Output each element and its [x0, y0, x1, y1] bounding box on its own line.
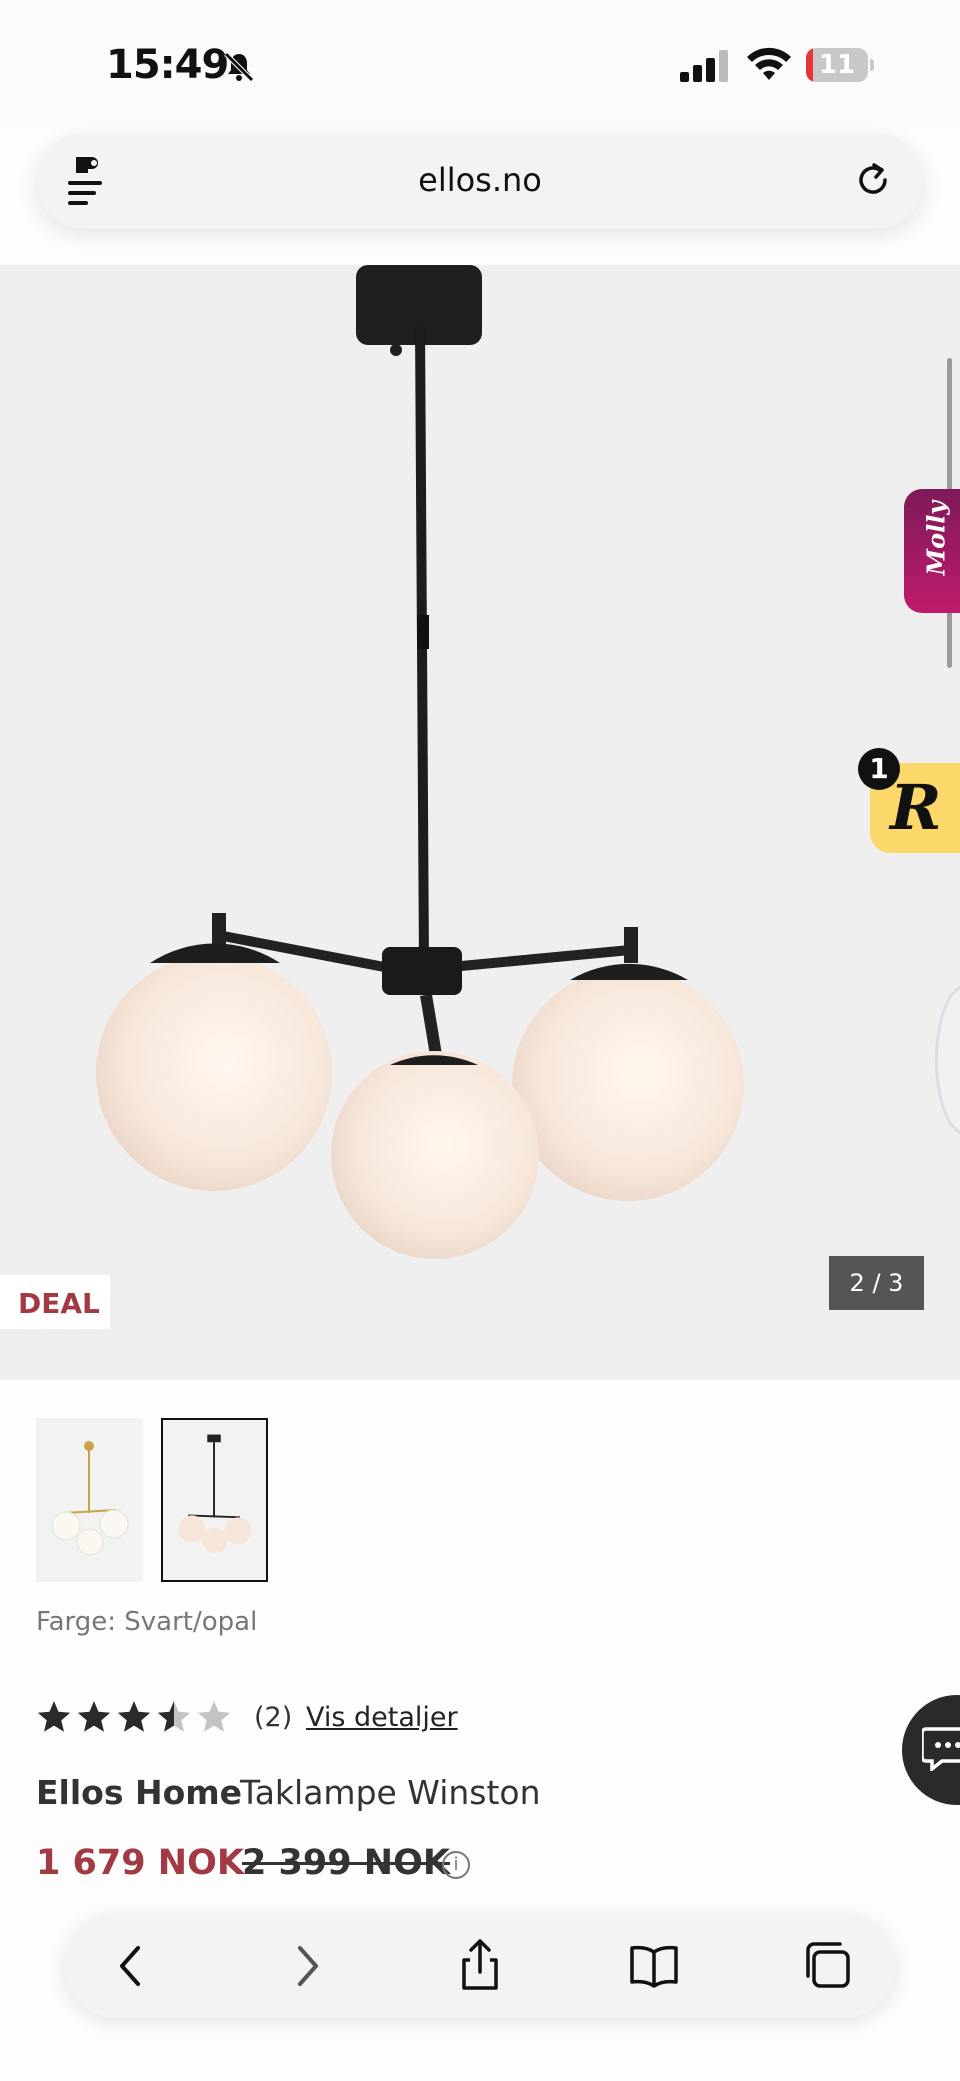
deal-label: DEAL	[18, 1287, 100, 1320]
deal-badge: DEAL	[0, 1275, 110, 1329]
chat-icon	[922, 1727, 960, 1771]
price-info-icon[interactable]: i	[442, 1851, 470, 1879]
color-label: Farge: Svart/opal	[36, 1607, 258, 1637]
rewards-logo: R	[890, 771, 942, 844]
battery-body: 11	[806, 48, 868, 82]
reload-icon[interactable]	[852, 159, 894, 201]
tabs-button[interactable]	[798, 1936, 858, 1996]
url-text[interactable]: ellos.no	[36, 161, 924, 199]
sale-price: 1 679 NOK	[36, 1843, 244, 1883]
rating-star	[77, 1701, 111, 1732]
product-brand[interactable]: Ellos Home	[36, 1773, 242, 1812]
rating-stars[interactable]	[36, 1698, 236, 1738]
page: 15:49 11 ellos.no Molly R 1 DEAL 2 / 3 F…	[0, 0, 960, 2081]
book-icon	[630, 1945, 678, 1988]
tabs-icon	[806, 1942, 850, 1988]
molly-assistant-tab[interactable]: Molly	[904, 489, 960, 613]
thumbnail-2[interactable]	[161, 1418, 268, 1582]
cellular-signal-icon	[680, 50, 728, 82]
wifi-icon	[747, 47, 791, 80]
rating-star	[197, 1701, 231, 1732]
molly-label: Molly	[921, 500, 951, 576]
product-name: Taklampe Winston	[240, 1773, 541, 1812]
battery-nub	[870, 59, 874, 71]
rating-star	[37, 1701, 71, 1732]
rating-star	[117, 1701, 151, 1732]
share-button[interactable]	[450, 1936, 510, 1996]
chevron-left-icon	[120, 1946, 140, 1986]
share-icon	[462, 1939, 498, 1990]
details-link[interactable]: Vis detaljer	[306, 1702, 458, 1733]
product-image	[96, 265, 744, 1259]
thumbnail-image-black	[178, 1434, 252, 1553]
browser-toolbar	[64, 1914, 896, 2018]
chat-button[interactable]	[902, 1695, 960, 1805]
forward-button[interactable]	[276, 1936, 336, 1996]
original-price: 2 399 NOK	[242, 1843, 450, 1883]
thumbnail-image-brass	[51, 1441, 129, 1556]
thumbnail-1[interactable]	[36, 1418, 143, 1582]
status-time: 15:49	[106, 42, 229, 88]
image-counter: 2 / 3	[829, 1256, 924, 1310]
chevron-right-icon	[298, 1946, 318, 1986]
address-bar[interactable]: ellos.no	[36, 133, 924, 229]
status-bar: 15:49 11	[0, 0, 960, 125]
bell-muted-icon	[224, 52, 254, 82]
battery-indicator: 11	[806, 48, 874, 82]
back-button[interactable]	[102, 1936, 162, 1996]
rating-star	[157, 1701, 191, 1732]
review-count: (2)	[254, 1702, 293, 1733]
product-image-gallery[interactable]: Molly R 1 DEAL 2 / 3	[0, 265, 960, 1380]
bookmarks-button[interactable]	[624, 1936, 684, 1996]
battery-level: 11	[818, 50, 856, 80]
rewards-badge: 1	[858, 748, 900, 790]
